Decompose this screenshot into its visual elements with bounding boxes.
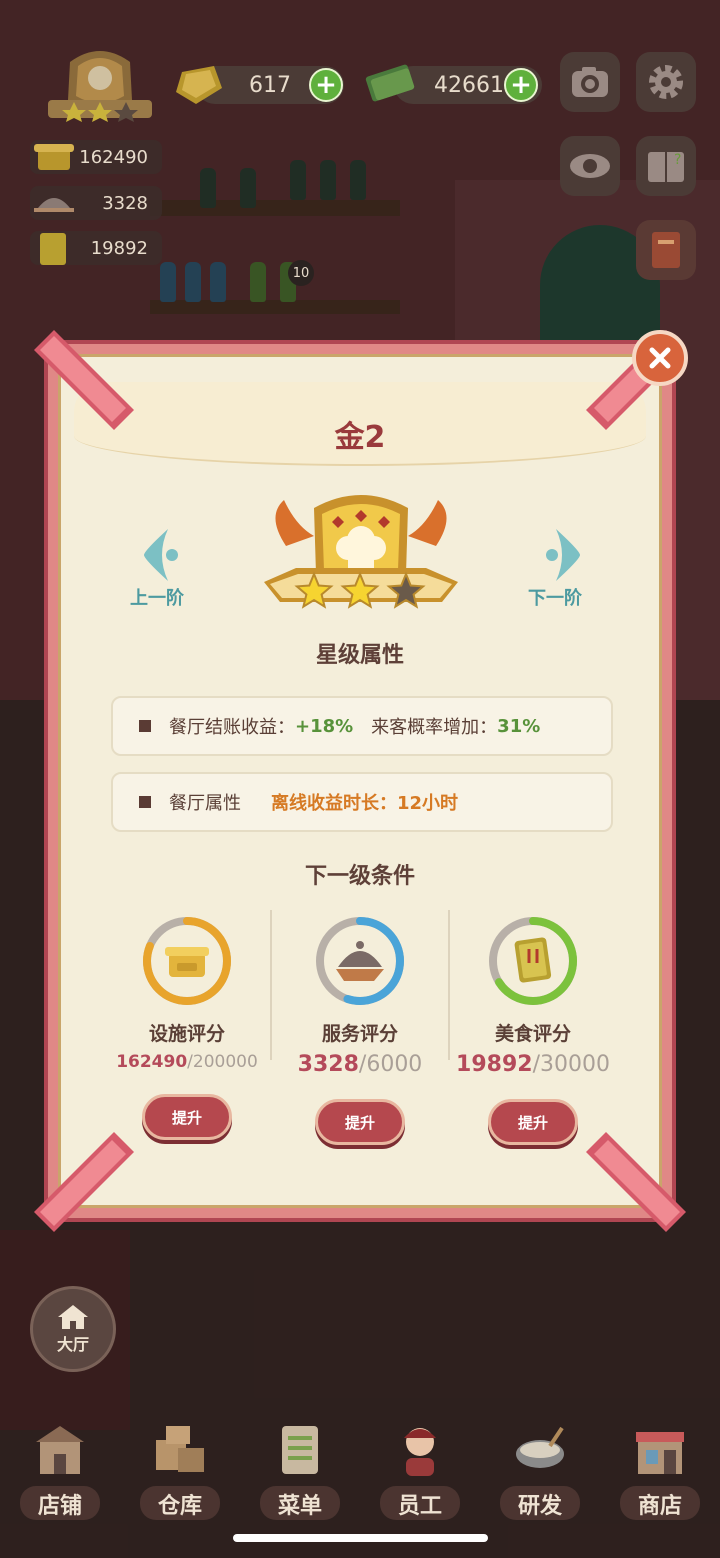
service-requirement: 服务评分 3328/6000 提升 <box>275 915 445 1145</box>
cooking-pot-icon <box>516 1426 564 1468</box>
facility-score-label: 设施评分 <box>148 1023 225 1045</box>
book-icon <box>652 232 680 268</box>
boxes-icon <box>156 1426 204 1472</box>
menu-book-icon <box>40 233 66 265</box>
rank-title: 金2 <box>334 420 386 455</box>
guide-book-button[interactable]: ? <box>636 136 696 196</box>
food-score-value: 19892 <box>90 237 148 259</box>
offline-duration-value: 12小时 <box>397 793 459 814</box>
corner-ornament <box>586 1132 686 1232</box>
book-question-icon: ? <box>648 152 684 182</box>
house-icon <box>58 1305 88 1329</box>
lobby-button[interactable]: 大厅 <box>30 1286 116 1372</box>
prev-rank-arrow-icon[interactable] <box>136 525 196 585</box>
storefront-icon <box>36 1426 84 1474</box>
tab-menu[interactable]: 菜单 <box>245 1420 355 1530</box>
service-score-label: 服务评分 <box>321 1023 398 1045</box>
facility-score-value: 162490 <box>79 146 148 168</box>
clipboard-icon <box>282 1426 318 1474</box>
staff-icon <box>404 1428 436 1476</box>
food-progress-ring <box>487 915 579 1007</box>
view-button[interactable] <box>560 136 620 196</box>
add-gems-button[interactable]: + <box>309 68 343 102</box>
facility-requirement: 设施评分 162490/200000 提升 <box>102 915 272 1140</box>
tab-label: 菜单 <box>277 1494 322 1519</box>
star-filled-icon <box>294 571 334 609</box>
add-cash-button[interactable]: + <box>504 68 538 102</box>
gear-icon <box>649 65 683 99</box>
lobby-label: 大厅 <box>56 1335 89 1354</box>
recipe-book-button[interactable] <box>636 220 696 280</box>
tab-label: 店铺 <box>37 1494 82 1519</box>
upgrade-food-button[interactable]: 提升 <box>488 1099 578 1145</box>
tab-label: 商店 <box>637 1494 682 1519</box>
bottle-count-badge: 10 <box>288 260 314 286</box>
facility-score-stat: 162490 <box>30 140 162 174</box>
service-progress: 3328/6000 <box>297 1052 423 1077</box>
service-score-stat: 3328 <box>30 186 162 220</box>
cash-icon <box>365 64 415 102</box>
offline-duration-label: 离线收益时长： <box>271 793 397 814</box>
stove-icon <box>34 144 74 170</box>
prev-rank-button[interactable]: 上一阶 <box>130 584 184 610</box>
bottom-tab-bar: 店铺 仓库 菜单 员工 研发 商店 <box>0 1420 720 1530</box>
close-button[interactable] <box>632 330 688 386</box>
customer-rate-value: 31% <box>497 715 541 737</box>
food-requirement: 美食评分 19892/30000 提升 <box>448 915 618 1145</box>
tab-store[interactable]: 商店 <box>605 1420 715 1530</box>
eye-icon <box>570 154 610 178</box>
tab-label: 研发 <box>517 1494 562 1519</box>
corner-ornament <box>34 1132 134 1232</box>
service-score-value: 3328 <box>102 192 148 214</box>
shop-icon <box>636 1432 684 1474</box>
tab-warehouse[interactable]: 仓库 <box>125 1420 235 1530</box>
svg-text:?: ? <box>674 152 681 168</box>
service-progress-ring <box>314 915 406 1007</box>
settings-button[interactable] <box>636 52 696 112</box>
checkout-income-label: 餐厅结账收益： <box>169 717 295 738</box>
facility-progress: 162490/200000 <box>116 1052 258 1072</box>
tab-staff[interactable]: 员工 <box>365 1420 475 1530</box>
food-progress: 19892/30000 <box>456 1052 610 1077</box>
customer-rate-label: 来客概率增加： <box>371 717 498 738</box>
food-score-stat: 19892 <box>30 231 162 265</box>
camera-icon <box>572 67 608 97</box>
star-rank-dialog: 金2 上一阶 下一阶 星级属性 餐厅结账收益： +18% 来客概率增加： 31% <box>34 330 686 1232</box>
checkout-income-value: +18% <box>295 715 354 737</box>
next-rank-button[interactable]: 下一阶 <box>528 584 582 610</box>
tab-research[interactable]: 研发 <box>485 1420 595 1530</box>
upgrade-service-button[interactable]: 提升 <box>315 1099 405 1145</box>
star-filled-icon <box>340 571 380 609</box>
next-level-heading: 下一级条件 <box>304 864 415 889</box>
food-score-label: 美食评分 <box>494 1023 571 1045</box>
cloche-icon <box>34 198 74 212</box>
tab-label: 员工 <box>397 1494 442 1519</box>
tab-label: 仓库 <box>157 1494 202 1519</box>
camera-button[interactable] <box>560 52 620 112</box>
gem-icon <box>176 66 222 104</box>
attribute-row-offline: 餐厅属性 离线收益时长： 12小时 <box>111 772 613 832</box>
star-attributes-heading: 星级属性 <box>315 643 404 668</box>
home-indicator[interactable] <box>233 1534 488 1542</box>
facility-progress-ring <box>141 915 233 1007</box>
tab-shop-front[interactable]: 店铺 <box>5 1420 115 1530</box>
close-icon <box>649 347 671 369</box>
star-empty-icon <box>386 571 426 609</box>
attribute-row-income: 餐厅结账收益： +18% 来客概率增加： 31% <box>111 696 613 756</box>
restaurant-attribute-label: 餐厅属性 <box>169 793 241 814</box>
restaurant-rank-badge[interactable] <box>40 42 160 128</box>
next-rank-arrow-icon[interactable] <box>528 525 588 585</box>
upgrade-facility-button[interactable]: 提升 <box>142 1094 232 1140</box>
star-rating <box>294 571 426 609</box>
